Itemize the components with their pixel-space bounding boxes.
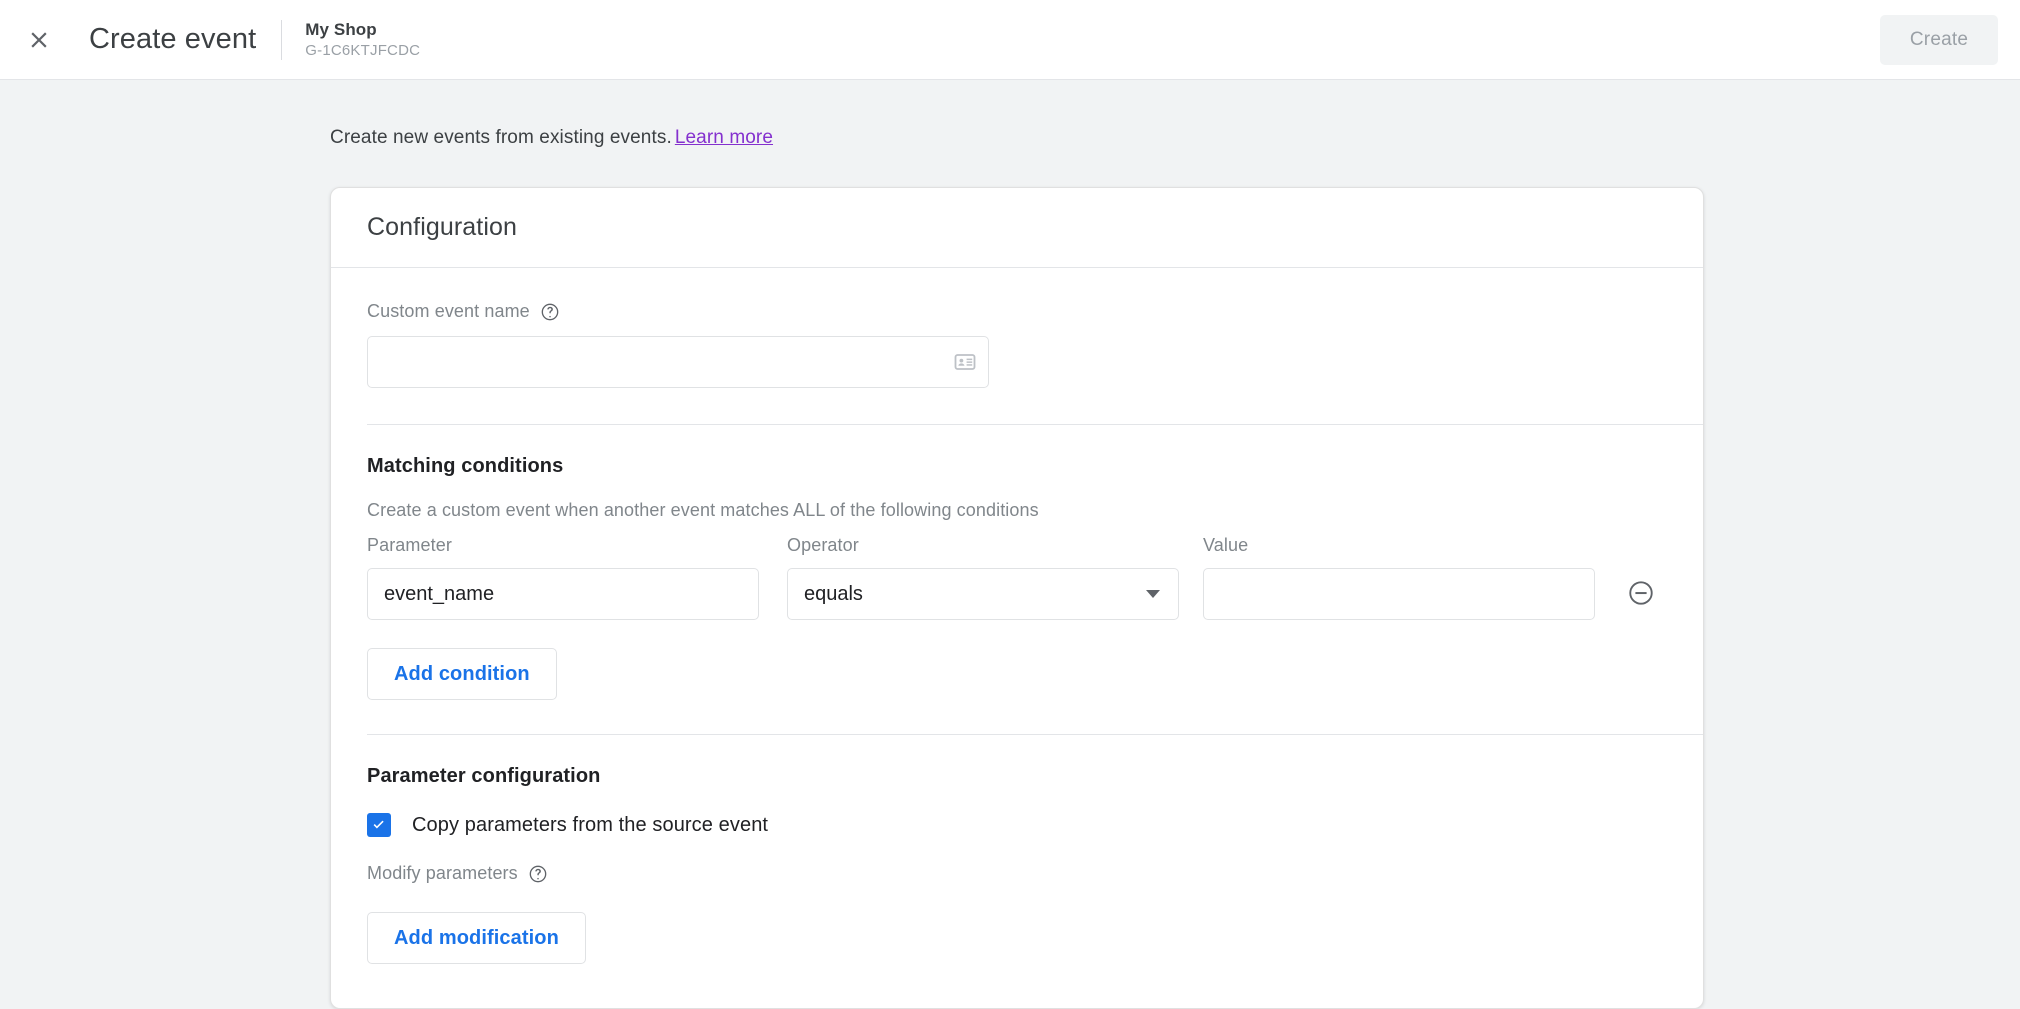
add-condition-button[interactable]: Add condition (367, 648, 557, 700)
header-divider (281, 19, 283, 60)
operator-selected-value: equals (804, 582, 863, 605)
intro-text: Create new events from existing events. L… (330, 127, 2020, 149)
create-button[interactable]: Create (1880, 14, 1998, 65)
matching-conditions-section: Matching conditions Create a custom even… (331, 425, 1703, 734)
custom-event-name-input-wrapper[interactable] (367, 336, 989, 388)
condition-row: Parameter event_name Operator equals Val… (367, 535, 1667, 620)
operator-column-label: Operator (787, 535, 859, 555)
help-circle-icon[interactable] (528, 864, 548, 884)
card-title: Configuration (367, 213, 518, 241)
operator-select[interactable]: equals (787, 568, 1179, 620)
property-selector[interactable]: My Shop G-1C6KTJFCDC (305, 19, 420, 61)
property-id: G-1C6KTJFCDC (305, 41, 421, 59)
close-button[interactable] (15, 16, 63, 64)
parameter-input[interactable]: event_name (367, 568, 759, 620)
contact-card-icon[interactable] (942, 350, 988, 374)
custom-event-name-section: Custom event name (331, 268, 1703, 424)
close-icon (26, 27, 52, 53)
condition-operator-group: Operator equals (787, 535, 1179, 620)
property-name: My Shop (305, 19, 377, 39)
custom-event-name-label: Custom event name (367, 301, 530, 321)
condition-parameter-group: Parameter event_name (367, 535, 759, 620)
configuration-card: Configuration Custom event name Matching… (330, 187, 1704, 1009)
page-body: Create new events from existing events. L… (0, 127, 2020, 1009)
intro-label: Create new events from existing events. (330, 127, 672, 148)
custom-event-name-label-row: Custom event name (367, 301, 1667, 322)
card-header: Configuration (331, 188, 1703, 268)
parameter-column-label: Parameter (367, 535, 452, 555)
app-header: Create event My Shop G-1C6KTJFCDC Create (0, 0, 2020, 80)
matching-conditions-description: Create a custom event when another event… (367, 500, 1039, 520)
help-circle-icon[interactable] (540, 302, 560, 322)
chevron-down-icon (1146, 590, 1160, 598)
modify-parameters-label: Modify parameters (367, 863, 518, 883)
condition-value-group: Value (1203, 535, 1595, 620)
matching-conditions-title: Matching conditions (367, 455, 564, 477)
custom-event-name-input[interactable] (368, 337, 942, 387)
copy-parameters-label: Copy parameters from the source event (412, 813, 769, 836)
value-column-label: Value (1203, 535, 1249, 555)
copy-parameters-checkbox[interactable] (367, 813, 391, 837)
parameter-configuration-title: Parameter configuration (367, 765, 601, 787)
parameter-configuration-section: Parameter configuration Copy parameters … (331, 735, 1703, 1008)
modify-parameters-label-row: Modify parameters (367, 863, 1667, 884)
page-title: Create event (89, 23, 257, 55)
learn-more-link[interactable]: Learn more (675, 127, 773, 148)
remove-condition-button[interactable] (1617, 568, 1665, 620)
minus-circle-icon (1627, 579, 1655, 610)
value-input[interactable] (1203, 568, 1595, 620)
copy-parameters-row[interactable]: Copy parameters from the source event (367, 813, 1667, 837)
checkmark-icon (373, 820, 384, 829)
add-modification-button[interactable]: Add modification (367, 912, 586, 964)
